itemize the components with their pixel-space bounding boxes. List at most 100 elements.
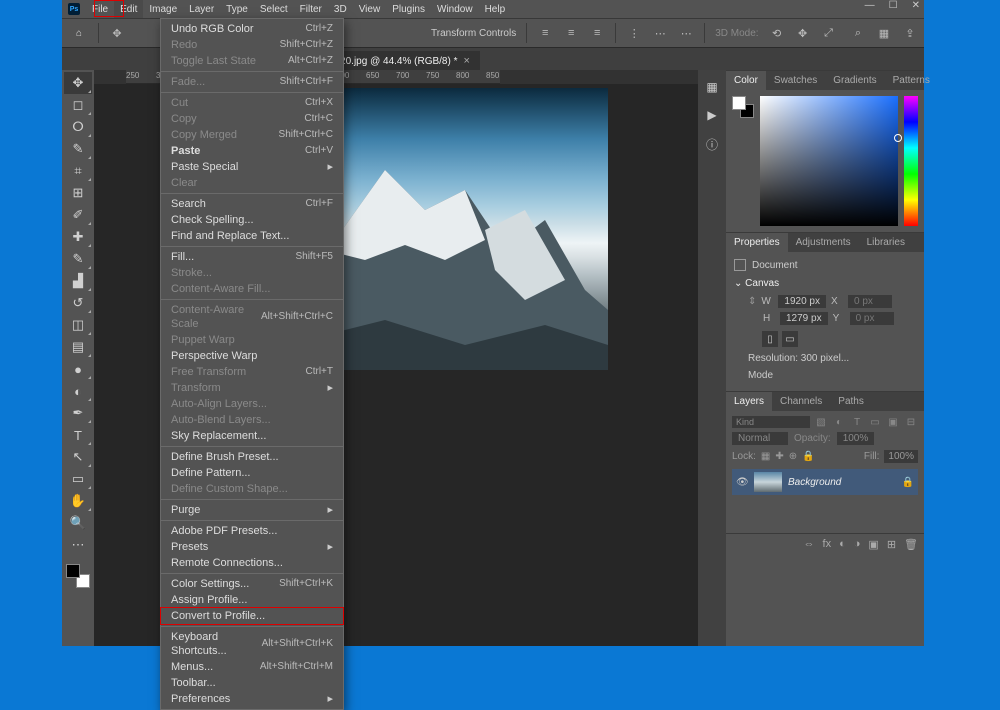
edit-menu-item[interactable]: Toolbar...: [161, 675, 343, 691]
group-icon[interactable]: ▣: [868, 538, 878, 551]
zoom-tool[interactable]: 🔍: [64, 512, 92, 534]
move-tool-icon[interactable]: ✥: [109, 25, 125, 41]
info-panel-icon[interactable]: ⓘ: [706, 136, 718, 153]
orientation-landscape-icon[interactable]: ▭: [782, 331, 798, 347]
filter-image-icon[interactable]: ▧: [814, 415, 828, 429]
pen-tool[interactable]: ✒: [64, 402, 92, 424]
width-input[interactable]: 1920 px: [778, 295, 826, 308]
align-right-icon[interactable]: ≡: [589, 25, 605, 41]
menu-edit[interactable]: Edit: [114, 0, 143, 18]
edit-menu-item[interactable]: Convert to Profile...: [161, 608, 343, 624]
edit-toolbar-icon[interactable]: ⋯: [64, 534, 92, 556]
new-layer-icon[interactable]: ⊞: [887, 538, 896, 551]
tab-patterns[interactable]: Patterns: [885, 71, 938, 90]
filter-type-icon[interactable]: T: [850, 415, 864, 429]
tab-properties[interactable]: Properties: [726, 233, 788, 252]
filter-shape-icon[interactable]: ▭: [868, 415, 882, 429]
minimize-icon[interactable]: —: [865, 0, 875, 11]
marquee-tool[interactable]: ◻: [64, 94, 92, 116]
layer-filter-kind[interactable]: Kind: [732, 416, 810, 428]
align-center-icon[interactable]: ≡: [563, 25, 579, 41]
menu-plugins[interactable]: Plugins: [386, 0, 431, 18]
align-left-icon[interactable]: ≡: [537, 25, 553, 41]
filter-smart-icon[interactable]: ▣: [886, 415, 900, 429]
eraser-tool[interactable]: ◫: [64, 314, 92, 336]
delete-layer-icon[interactable]: 🗑: [904, 538, 918, 551]
edit-menu-item[interactable]: Check Spelling...: [161, 212, 343, 228]
tab-color[interactable]: Color: [726, 71, 766, 90]
menu-3d[interactable]: 3D: [328, 0, 353, 18]
stamp-tool[interactable]: ▟: [64, 270, 92, 292]
edit-menu-item[interactable]: Assign Profile...: [161, 592, 343, 608]
panel-swatch[interactable]: [732, 96, 754, 118]
history-brush-tool[interactable]: ↺: [64, 292, 92, 314]
mask-icon[interactable]: ◐: [839, 538, 846, 551]
orientation-portrait-icon[interactable]: ▯: [762, 331, 778, 347]
link-layers-icon[interactable]: ⇔: [804, 538, 815, 551]
history-panel-icon[interactable]: ▦: [706, 80, 717, 94]
workspace-icon[interactable]: ▦: [876, 25, 892, 41]
shape-tool[interactable]: ▭: [64, 468, 92, 490]
orbit-icon[interactable]: ⟲: [769, 25, 785, 41]
edit-menu-item[interactable]: Define Brush Preset...: [161, 449, 343, 465]
edit-menu-item[interactable]: Perspective Warp: [161, 348, 343, 364]
edit-menu-item[interactable]: SearchCtrl+F: [161, 196, 343, 212]
hand-tool[interactable]: ✋: [64, 490, 92, 512]
edit-menu-item[interactable]: Undo RGB ColorCtrl+Z: [161, 21, 343, 37]
home-icon[interactable]: ⌂: [70, 24, 88, 42]
blur-tool[interactable]: ●: [64, 358, 92, 380]
move-tool[interactable]: ✥: [64, 72, 92, 94]
distribute-h-icon[interactable]: ⋮: [626, 25, 642, 41]
edit-menu-item[interactable]: Presets▸: [161, 539, 343, 555]
lock-all-icon[interactable]: ▦: [761, 451, 770, 462]
edit-menu-item[interactable]: PasteCtrl+V: [161, 143, 343, 159]
edit-menu-item[interactable]: Define Pattern...: [161, 465, 343, 481]
menu-select[interactable]: Select: [254, 0, 294, 18]
frame-tool[interactable]: ⊞: [64, 182, 92, 204]
zoom3d-icon[interactable]: ⤢: [821, 25, 837, 41]
tab-adjustments[interactable]: Adjustments: [788, 233, 859, 252]
canvas-section-toggle[interactable]: ⌄ Canvas: [734, 274, 916, 293]
color-picker-field[interactable]: [760, 96, 898, 226]
edit-menu-item[interactable]: Menus...Alt+Shift+Ctrl+M: [161, 659, 343, 675]
edit-menu-item[interactable]: Keyboard Shortcuts...Alt+Shift+Ctrl+K: [161, 629, 343, 659]
edit-menu-item[interactable]: Sky Replacement...: [161, 428, 343, 444]
distribute-v-icon[interactable]: ⋯: [652, 25, 668, 41]
fg-color-icon[interactable]: [66, 564, 80, 578]
path-tool[interactable]: ↖: [64, 446, 92, 468]
edit-menu-item[interactable]: Preferences▸: [161, 691, 343, 707]
share-icon[interactable]: ⇪: [902, 25, 918, 41]
edit-menu-item[interactable]: Color Settings...Shift+Ctrl+K: [161, 576, 343, 592]
fill-input[interactable]: 100%: [884, 450, 918, 463]
hue-slider[interactable]: [904, 96, 918, 226]
tab-libraries[interactable]: Libraries: [859, 233, 913, 252]
edit-menu-item[interactable]: Remote Connections...: [161, 555, 343, 571]
menu-view[interactable]: View: [353, 0, 387, 18]
edit-menu-item[interactable]: Find and Replace Text...: [161, 228, 343, 244]
maximize-icon[interactable]: ☐: [889, 0, 898, 11]
menu-file[interactable]: File: [86, 0, 114, 18]
search-icon[interactable]: ⌕: [850, 25, 866, 41]
crop-tool[interactable]: ⌗: [64, 160, 92, 182]
healing-tool[interactable]: ✚: [64, 226, 92, 248]
opacity-input[interactable]: 100%: [837, 432, 875, 445]
tab-swatches[interactable]: Swatches: [766, 71, 825, 90]
menu-window[interactable]: Window: [431, 0, 479, 18]
tab-layers[interactable]: Layers: [726, 392, 772, 411]
menu-help[interactable]: Help: [479, 0, 512, 18]
tab-channels[interactable]: Channels: [772, 392, 830, 411]
menu-filter[interactable]: Filter: [294, 0, 328, 18]
lock-icon[interactable]: 🔒: [802, 451, 814, 462]
x-input[interactable]: 0 px: [848, 295, 892, 308]
y-input[interactable]: 0 px: [850, 312, 894, 325]
fx-icon[interactable]: fx: [823, 538, 832, 551]
menu-type[interactable]: Type: [220, 0, 254, 18]
layer-thumbnail[interactable]: [754, 472, 782, 492]
adjustment-icon[interactable]: ◑: [854, 538, 861, 551]
edit-menu-item[interactable]: Fill...Shift+F5: [161, 249, 343, 265]
menu-image[interactable]: Image: [143, 0, 183, 18]
edit-menu-item[interactable]: Purge▸: [161, 502, 343, 518]
brush-tool[interactable]: ✎: [64, 248, 92, 270]
height-input[interactable]: 1279 px: [780, 312, 828, 325]
color-swatch[interactable]: [66, 564, 90, 588]
